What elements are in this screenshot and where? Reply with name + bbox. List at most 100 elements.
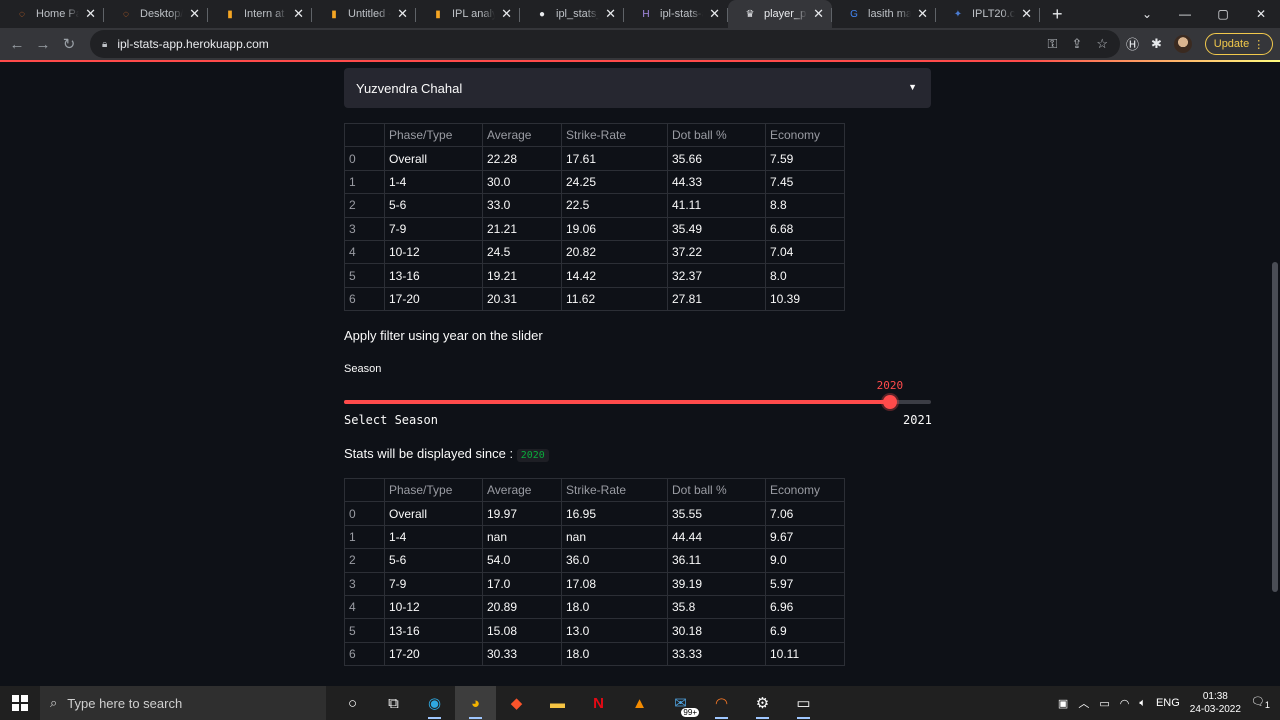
browser-tab[interactable]: ▮ Untitled - Ju ✕ [312,0,416,28]
language-indicator[interactable]: ENG [1156,697,1180,709]
browser-tab[interactable]: Glasith malin ✕ [832,0,936,28]
column-header[interactable]: Phase/Type [384,122,483,148]
table-cell: 7-9 [384,571,483,596]
chrome-icon[interactable]: ◕ [455,686,496,720]
table-cell: 17.61 [561,146,668,171]
clock[interactable]: 01:38 24-03-2022 [1190,690,1241,716]
streamlit-icon: ♛ [745,8,755,20]
wifi-icon[interactable]: ◠ [1120,697,1130,710]
close-tab-icon[interactable]: ✕ [85,6,96,22]
vlc-icon[interactable]: ▲ [619,686,660,720]
taskbar-search-input[interactable]: ⌕ Type here to search [40,686,326,720]
slider-thumb[interactable] [882,395,897,409]
task-view-icon[interactable]: ⧉ [373,686,414,720]
key-icon[interactable]: ⚿ [1048,36,1058,52]
table-cell: 33.0 [482,193,562,218]
table-cell: 44.33 [667,169,766,195]
column-header[interactable]: Strike-Rate [561,477,668,503]
close-tab-icon[interactable]: ✕ [917,6,928,22]
profile-avatar[interactable] [1173,34,1192,53]
tab-title: Home Page [36,8,80,20]
settings-gear-icon[interactable]: ⚙ [742,686,783,720]
url-input[interactable]: 🔒︎ ipl-stats-app.herokuapp.com ⚿ ⇪ ☆ [90,30,1120,58]
book-icon: ▮ [227,8,233,20]
chevron-up-icon[interactable]: ︿ [1078,695,1089,711]
extensions-puzzle-icon[interactable]: ✱ [1151,36,1162,52]
column-header[interactable]: Economy [765,122,845,148]
tab-title: lasith malin [868,8,912,20]
cortana-icon[interactable]: ○ [332,686,373,720]
extension-h-icon[interactable]: Ⓗ [1126,34,1139,53]
table-row: 4 10-12 24.5 20.82 37.22 7.04 [344,239,845,265]
mail-badge: 99+ [681,708,699,717]
minimize-button[interactable]: — [1166,0,1204,28]
maximize-button[interactable]: ▢ [1204,0,1242,28]
tab-search-icon[interactable]: ⌄ [1128,0,1166,28]
table-cell: 1-4 [384,524,483,550]
close-tab-icon[interactable]: ✕ [189,6,200,22]
table-row: 2 5-6 33.0 22.5 41.11 8.8 [344,193,845,218]
browser-tab[interactable]: ♛ player_prof ✕ [728,0,832,28]
jupyter-icon[interactable]: ◠ [701,686,742,720]
tray-app-icon[interactable]: ▣ [1058,697,1068,710]
column-header[interactable]: Dot ball % [667,477,766,503]
back-icon[interactable]: ← [4,36,30,53]
volume-icon[interactable]: 🔈︎ [1139,697,1146,710]
browser-tab[interactable]: ◌ Desktop/M ✕ [104,0,208,28]
column-header[interactable]: Dot ball % [667,122,766,148]
browser-tab[interactable]: Hipl-stats-ap ✕ [624,0,728,28]
update-button[interactable]: Update ⋮ [1205,33,1273,55]
column-header[interactable]: Phase/Type [384,477,483,503]
table-row: 3 7-9 21.21 19.06 35.49 6.68 [344,216,845,241]
table-row: 6 17-20 20.31 11.62 27.81 10.39 [344,286,845,312]
table-cell: 11.62 [561,286,668,312]
close-window-button[interactable]: ✕ [1242,0,1280,28]
mail-icon[interactable]: ✉ 99+ [660,686,701,720]
close-tab-icon[interactable]: ✕ [813,6,824,22]
slider-max-label: 2021 [903,413,932,427]
table-cell: 32.37 [667,263,766,288]
column-header[interactable]: Economy [765,477,845,503]
edge-icon[interactable]: ◉ [414,686,455,720]
close-tab-icon[interactable]: ✕ [293,6,304,22]
netflix-icon[interactable]: N [578,686,619,720]
new-tab-button[interactable]: + [1052,0,1063,28]
column-header[interactable] [344,477,385,503]
table-cell: 17.0 [482,571,562,596]
table-cell: 7-9 [384,216,483,241]
column-header[interactable]: Average [482,122,562,148]
terminal-icon[interactable]: ▭ [783,686,824,720]
table-cell: Overall [384,146,483,171]
close-tab-icon[interactable]: ✕ [397,6,408,22]
column-header[interactable]: Strike-Rate [561,122,668,148]
brave-icon[interactable]: ◆ [496,686,537,720]
table-row: 5 13-16 19.21 14.42 32.37 8.0 [344,263,845,288]
browser-tab[interactable]: ✦ IPLT20.com ✕ [936,0,1040,28]
circle-c-icon: ◌ [123,8,129,20]
battery-icon[interactable]: ▭ [1099,697,1109,710]
share-icon[interactable]: ⇪ [1071,36,1082,52]
browser-tab[interactable]: ▮ IPL analytic ✕ [416,0,520,28]
browser-tab[interactable]: ● ipl_stats_ap ✕ [520,0,624,28]
browser-tab[interactable]: ◌ Home Page ✕ [0,0,104,28]
browser-tab[interactable]: ▮ Intern at tw ✕ [208,0,312,28]
row-index: 1 [344,524,385,550]
close-tab-icon[interactable]: ✕ [501,6,512,22]
windows-start-icon[interactable] [0,695,40,711]
file-explorer-icon[interactable]: ▬ [537,686,578,720]
table-cell: 18.0 [561,641,668,667]
close-tab-icon[interactable]: ✕ [709,6,720,22]
column-header[interactable] [344,122,385,148]
notification-icon[interactable]: 🗨︎1 [1251,695,1270,710]
season-slider[interactable]: 2020 [344,379,931,409]
reload-icon[interactable]: ↻ [56,35,82,53]
bookmark-star-icon[interactable]: ☆ [1096,36,1108,52]
column-header[interactable]: Average [482,477,562,503]
forward-icon[interactable]: → [30,36,56,53]
page-scrollbar[interactable] [1272,262,1278,592]
close-tab-icon[interactable]: ✕ [605,6,616,22]
table-cell: 5-6 [384,548,483,573]
close-tab-icon[interactable]: ✕ [1021,6,1032,22]
table-cell: 15.08 [482,618,562,643]
player-select[interactable]: Yuzvendra Chahal ▼ [344,68,931,108]
